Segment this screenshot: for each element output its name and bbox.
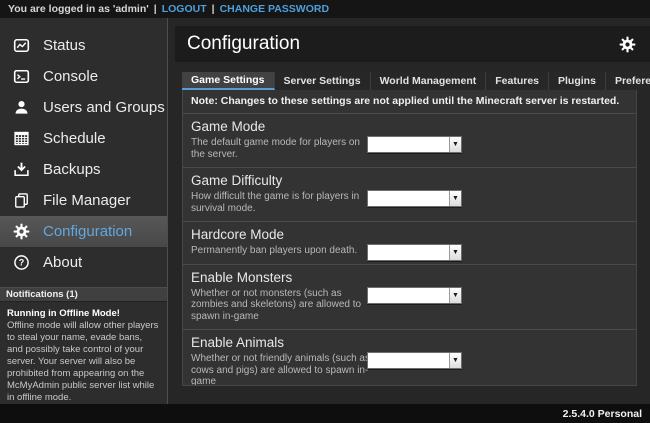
sidebar-item-console[interactable]: Console: [0, 61, 167, 92]
setting-description: Whether or not monsters (such as zombies…: [191, 288, 371, 323]
setting-name: Enable Animals: [191, 335, 628, 350]
setting-name: Enable Monsters: [191, 270, 628, 285]
svg-text:?: ?: [19, 258, 25, 268]
gear-icon[interactable]: [619, 36, 636, 53]
select-value: [368, 245, 449, 260]
game-difficulty-select[interactable]: ▼: [367, 190, 462, 207]
sidebar: Status Console Users and Groups Schedule…: [0, 18, 168, 404]
chevron-down-icon: ▼: [449, 288, 461, 303]
file-manager-icon: [13, 192, 30, 209]
setting-row: Hardcore Mode Permanently ban players up…: [183, 221, 636, 264]
tab-features[interactable]: Features: [486, 72, 549, 90]
select-value: [368, 137, 449, 152]
tab-bar: Game SettingsServer SettingsWorld Manage…: [182, 72, 650, 90]
sidebar-item-label: About: [43, 254, 82, 271]
sidebar-item-label: Schedule: [43, 130, 106, 147]
setting-row: Enable Monsters Whether or not monsters …: [183, 264, 636, 330]
restart-note: Note: Changes to these settings are not …: [183, 90, 636, 114]
sidebar-menu: Status Console Users and Groups Schedule…: [0, 30, 167, 278]
sidebar-item-file-manager[interactable]: File Manager: [0, 185, 167, 216]
select-value: [368, 288, 449, 303]
chevron-down-icon: ▼: [449, 137, 461, 152]
sidebar-item-label: Configuration: [43, 223, 132, 240]
setting-description: Permanently ban players upon death.: [191, 245, 371, 257]
tab-preferences[interactable]: Preferences: [606, 72, 650, 90]
sidebar-item-users-and-groups[interactable]: Users and Groups: [0, 92, 167, 123]
select-value: [368, 191, 449, 206]
enable-animals-select[interactable]: ▼: [367, 352, 462, 369]
setting-row: Enable Animals Whether or not friendly a…: [183, 329, 636, 386]
separator: |: [154, 3, 157, 15]
version-label: 2.5.4.0 Personal: [563, 408, 642, 420]
schedule-icon: [13, 130, 30, 147]
setting-row: Game Mode The default game mode for play…: [183, 114, 636, 167]
setting-description: How difficult the game is for players in…: [191, 191, 371, 214]
status-chart-icon: [13, 37, 30, 54]
sidebar-item-label: Backups: [43, 161, 101, 178]
notification-title: Running in Offline Mode!: [7, 308, 160, 320]
top-bar: You are logged in as 'admin' | LOGOUT | …: [0, 0, 650, 18]
enable-monsters-select[interactable]: ▼: [367, 287, 462, 304]
notifications-header: Notifications (1): [0, 287, 167, 302]
chevron-down-icon: ▼: [449, 353, 461, 368]
sidebar-item-label: Users and Groups: [43, 99, 165, 116]
sidebar-item-backups[interactable]: Backups: [0, 154, 167, 185]
main-content: Configuration Game SettingsServer Settin…: [175, 26, 650, 404]
setting-name: Game Difficulty: [191, 173, 628, 188]
notification-text: Offline mode will allow other players to…: [7, 320, 160, 404]
setting-description: Whether or not friendly animals (such as…: [191, 353, 371, 386]
settings-panel: Note: Changes to these settings are not …: [182, 90, 637, 386]
settings-list: Game Mode The default game mode for play…: [183, 114, 636, 386]
tab-game-settings[interactable]: Game Settings: [182, 72, 275, 90]
tab-server-settings[interactable]: Server Settings: [275, 72, 371, 90]
change-password-link[interactable]: CHANGE PASSWORD: [220, 3, 329, 15]
logged-in-text: You are logged in as 'admin': [8, 3, 149, 15]
footer-bar: 2.5.4.0 Personal: [0, 404, 650, 423]
sidebar-item-label: Console: [43, 68, 98, 85]
page-title: Configuration: [187, 33, 619, 55]
hardcore-mode-select[interactable]: ▼: [367, 244, 462, 261]
backups-icon: [13, 161, 30, 178]
question-icon: ?: [13, 254, 30, 271]
sidebar-item-about[interactable]: ? About: [0, 247, 167, 278]
select-value: [368, 353, 449, 368]
sidebar-item-status[interactable]: Status: [0, 30, 167, 61]
setting-name: Game Mode: [191, 119, 628, 134]
sidebar-item-label: File Manager: [43, 192, 131, 209]
setting-description: The default game mode for players on the…: [191, 137, 371, 160]
users-icon: [13, 99, 30, 116]
separator: |: [212, 3, 215, 15]
game-mode-select[interactable]: ▼: [367, 136, 462, 153]
chevron-down-icon: ▼: [449, 245, 461, 260]
tab-plugins[interactable]: Plugins: [549, 72, 606, 90]
tab-world-management[interactable]: World Management: [371, 72, 487, 90]
console-icon: [13, 68, 30, 85]
logout-link[interactable]: LOGOUT: [162, 3, 207, 15]
chevron-down-icon: ▼: [449, 191, 461, 206]
sidebar-item-label: Status: [43, 37, 86, 54]
main-header: Configuration: [175, 26, 650, 62]
sidebar-item-configuration[interactable]: Configuration: [0, 216, 167, 247]
setting-row: Game Difficulty How difficult the game i…: [183, 167, 636, 221]
setting-name: Hardcore Mode: [191, 227, 628, 242]
gear-icon: [13, 223, 30, 240]
sidebar-item-schedule[interactable]: Schedule: [0, 123, 167, 154]
notification-item: Running in Offline Mode! Offline mode wi…: [0, 302, 167, 404]
